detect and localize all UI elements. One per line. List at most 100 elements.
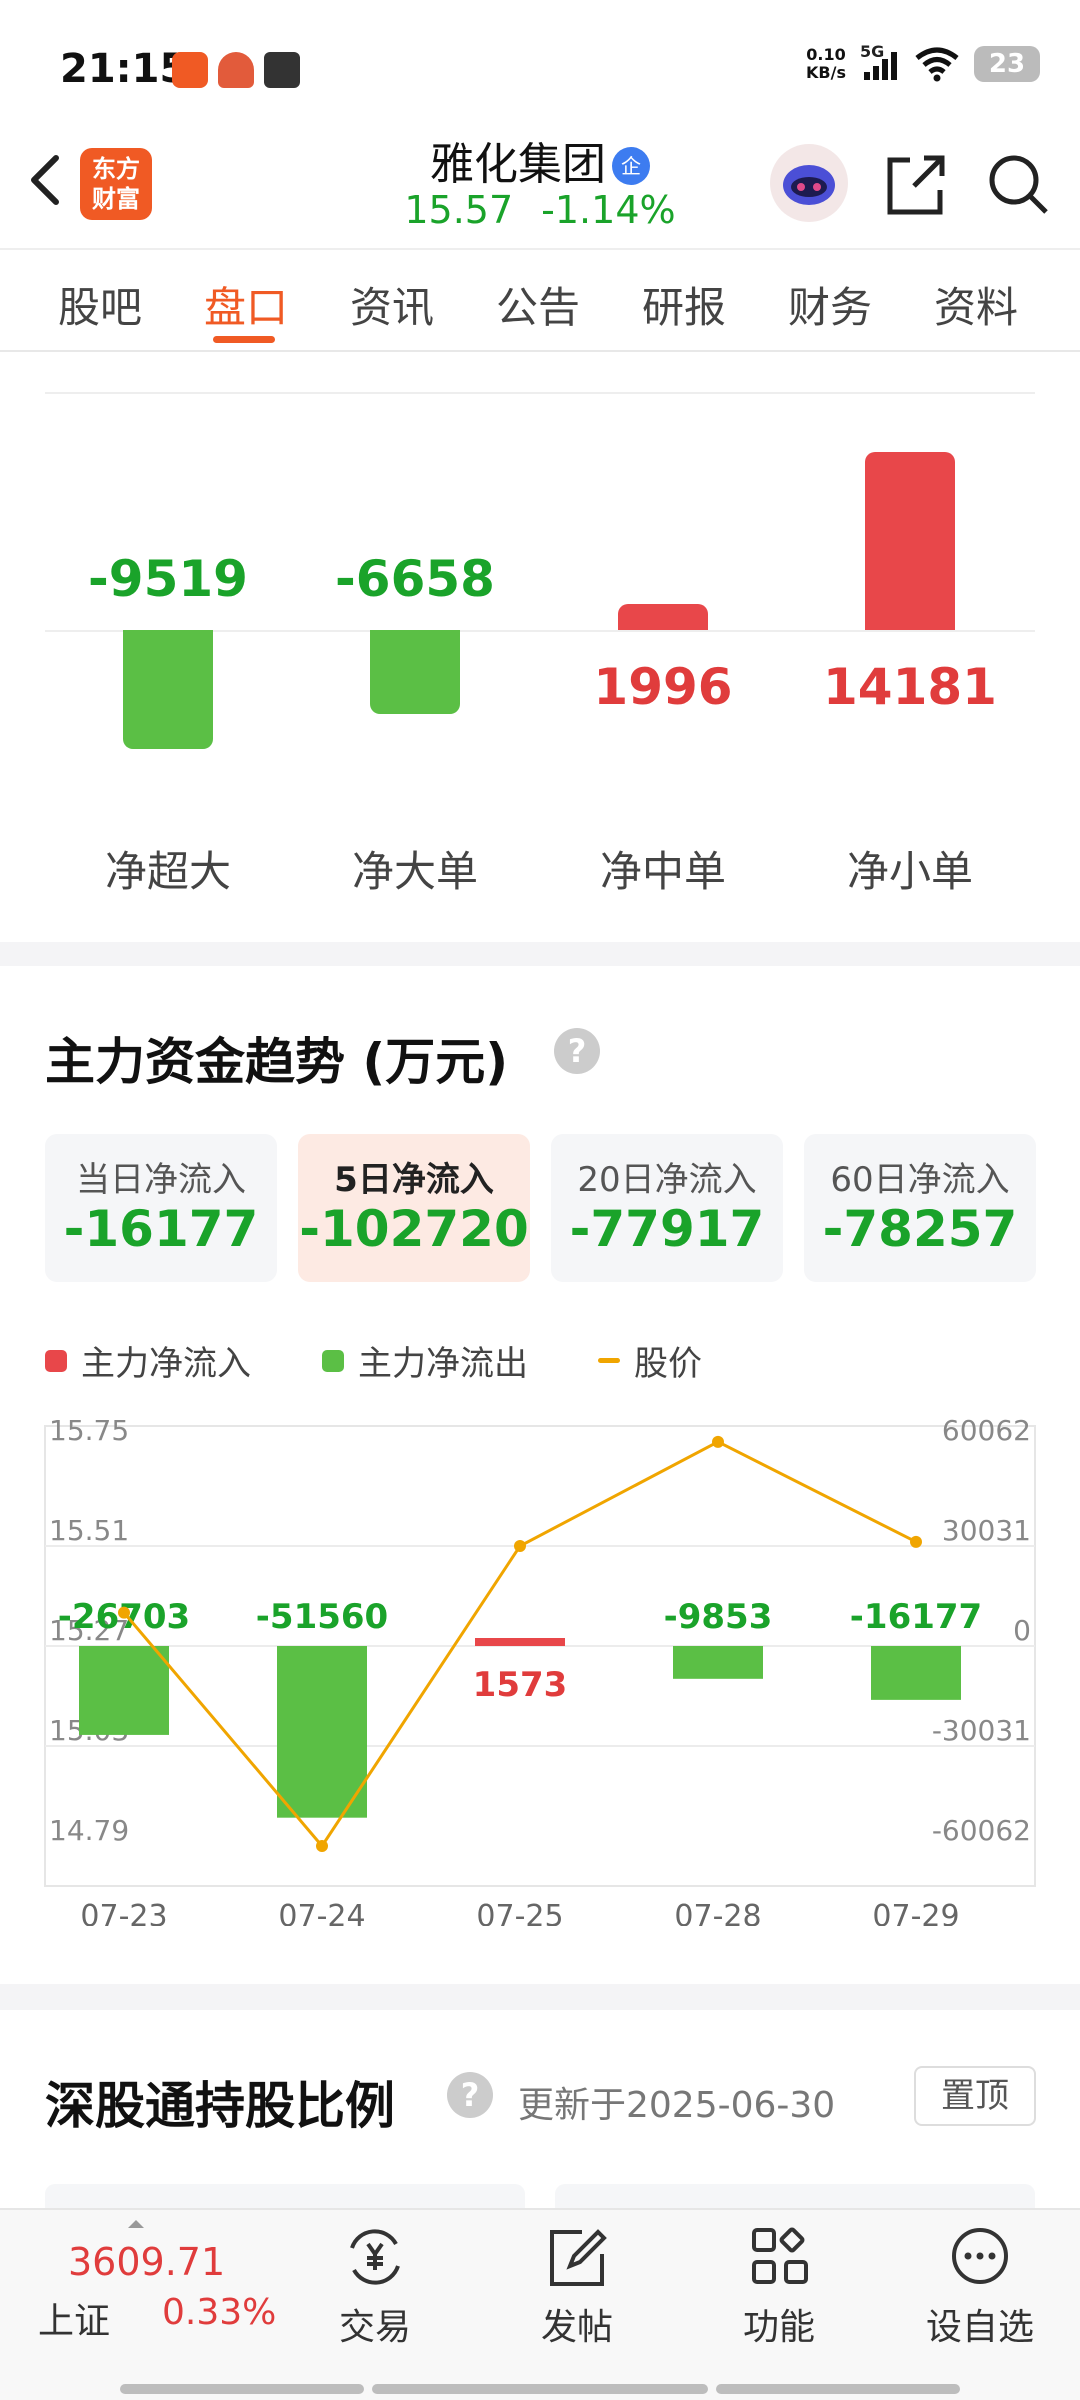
fund-bar	[871, 1646, 961, 1700]
order-flow-category: 净小单	[846, 847, 973, 896]
order-flow-bar	[618, 604, 708, 630]
wifi-icon	[915, 47, 959, 82]
bottom-nav: 3609.71 上证 0.33% 交易 发帖 功能 设自选	[0, 2208, 1080, 2400]
main-fund-card: 主力资金趋势 (万元) ? 当日净流入 -16177 5日净流入 -102720…	[0, 966, 1080, 1984]
app-notification-icon-3	[264, 52, 300, 88]
right-axis-tick: 30031	[942, 1514, 1031, 1547]
legend-price-label: 股价	[634, 1344, 702, 1384]
legend-inflow-label: 主力净流入	[81, 1344, 251, 1384]
tab-pankou[interactable]: 盘口	[186, 274, 306, 335]
nav-functions[interactable]: 功能	[709, 2226, 849, 2350]
nav-trade-label: 交易	[338, 2307, 411, 2348]
order-flow-bar	[370, 630, 460, 714]
yen-exchange-icon	[350, 2229, 400, 2285]
flow-box-label: 60日净流入	[830, 1160, 1010, 1200]
help-icon[interactable]: ?	[554, 1028, 600, 1074]
price-point	[514, 1540, 526, 1552]
right-axis-tick: -30031	[932, 1714, 1031, 1747]
flow-box-label: 5日净流入	[334, 1160, 494, 1200]
network-speed-value: 0.10	[806, 45, 846, 64]
fund-bar-label: 1573	[473, 1665, 568, 1705]
order-flow-card: -9519 净超大 -6658 净大单 1996 净中单 14181 净小单	[0, 352, 1080, 942]
flow-box-value: -78257	[822, 1200, 1018, 1258]
battery-icon: 23	[974, 46, 1040, 82]
index-value[interactable]: 3609.71	[68, 2240, 225, 2284]
expand-up-icon[interactable]	[128, 2220, 144, 2228]
divider	[45, 392, 1035, 394]
tab-announcements[interactable]: 公告	[478, 274, 598, 335]
active-tab-indicator	[213, 336, 275, 343]
stock-name-text: 雅化集团	[430, 139, 606, 190]
status-time: 21:15	[60, 46, 188, 92]
nav-add-watchlist[interactable]: 设自选	[910, 2226, 1050, 2350]
price-point	[118, 1606, 130, 1619]
fund-bar	[79, 1646, 169, 1735]
x-axis-tick: 07-25	[476, 1899, 563, 1926]
flow-box-value: -77917	[569, 1200, 765, 1258]
stock-header: 东方 财富 雅化集团企 15.57 -1.14%	[0, 120, 1080, 248]
status-bar: 21:15 0.10 KB/s 5G 23	[0, 0, 1080, 140]
network-speed: 0.10 KB/s	[806, 46, 846, 82]
x-axis-tick: 07-23	[80, 1899, 167, 1926]
fund-bar-label: -9853	[664, 1597, 773, 1637]
app-notification-icon	[172, 52, 208, 88]
flow-box-value: -16177	[63, 1200, 259, 1258]
tab-news[interactable]: 资讯	[332, 274, 452, 335]
hk-connect-title: 深股通持股比例	[45, 2077, 395, 2135]
network-speed-unit: KB/s	[806, 63, 846, 82]
main-fund-chart: 60062300310-30031-6006215.7515.5115.2715…	[44, 1414, 1036, 1926]
grid-apps-icon	[752, 2227, 808, 2284]
flow-box-today[interactable]: 当日净流入 -16177	[45, 1134, 277, 1282]
nav-functions-label: 功能	[742, 2307, 815, 2348]
more-dots-icon	[952, 2228, 1008, 2284]
search-icon[interactable]	[984, 150, 1054, 220]
tab-profile[interactable]: 资料	[916, 274, 1036, 335]
flow-box-label: 20日净流入	[577, 1160, 757, 1200]
legend-price-swatch	[598, 1358, 620, 1363]
main-fund-title: 主力资金趋势 (万元)	[45, 1033, 509, 1091]
nav-trade[interactable]: 交易	[305, 2226, 445, 2350]
order-flow-category: 净中单	[599, 847, 726, 896]
tab-research[interactable]: 研报	[624, 274, 744, 335]
signal-label: 5G	[860, 42, 885, 61]
order-flow-value: -6658	[335, 550, 495, 608]
flow-box-value: -102720	[299, 1200, 529, 1258]
legend-outflow-swatch	[322, 1349, 344, 1372]
status-right: 0.10 KB/s 5G 23	[806, 42, 1040, 82]
x-axis-tick: 07-24	[278, 1899, 365, 1926]
help-icon[interactable]: ?	[447, 2072, 493, 2118]
left-axis-tick: 15.75	[49, 1414, 129, 1447]
gesture-bar-right	[716, 2384, 960, 2394]
stock-price: 15.57	[404, 188, 514, 232]
index-name[interactable]: 上证	[38, 2292, 110, 2344]
pin-to-top-button[interactable]: 置顶	[914, 2066, 1036, 2126]
fund-bar-label: -51560	[256, 1597, 388, 1637]
gesture-bar-left	[120, 2384, 364, 2394]
app-notification-icon-2	[218, 52, 254, 88]
flow-box-20day[interactable]: 20日净流入 -77917	[551, 1134, 783, 1282]
legend-outflow: 主力净流出	[322, 1336, 528, 1385]
index-change[interactable]: 0.33%	[162, 2292, 276, 2333]
tab-finance[interactable]: 财务	[770, 274, 890, 335]
legend-inflow: 主力净流入	[45, 1336, 251, 1385]
updated-date: 更新于2025-06-30	[518, 2085, 836, 2126]
price-point	[712, 1435, 724, 1448]
tab-bar: 股吧 盘口 资讯 公告 研报 财务 资料	[0, 248, 1080, 352]
left-axis-tick: 14.79	[49, 1814, 129, 1847]
order-flow-category: 净大单	[351, 847, 478, 896]
flow-box-5day[interactable]: 5日净流入 -102720	[298, 1134, 530, 1282]
gesture-bar-center	[372, 2384, 708, 2394]
nav-post[interactable]: 发帖	[507, 2226, 647, 2350]
share-icon[interactable]	[880, 150, 950, 220]
right-axis-tick: -60062	[932, 1814, 1031, 1847]
flow-box-60day[interactable]: 60日净流入 -78257	[804, 1134, 1036, 1282]
fund-bar	[277, 1646, 367, 1818]
price-point	[316, 1840, 328, 1852]
fund-bar	[475, 1638, 565, 1646]
nav-add-watchlist-label: 设自选	[925, 2307, 1034, 2348]
x-axis-tick: 07-29	[872, 1899, 959, 1926]
tab-guba[interactable]: 股吧	[40, 274, 160, 335]
ai-assistant-icon[interactable]	[770, 144, 848, 222]
fund-bar-label: -16177	[850, 1597, 982, 1637]
right-axis-tick: 60062	[942, 1414, 1031, 1447]
